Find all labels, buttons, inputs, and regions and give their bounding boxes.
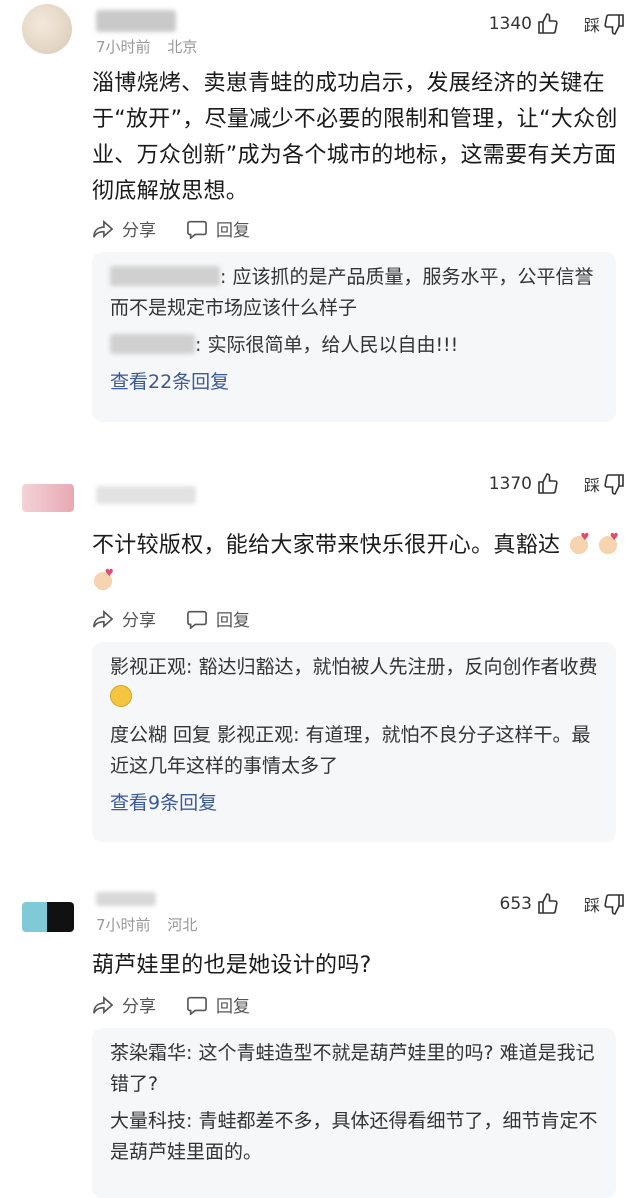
share-button[interactable]: 分享 xyxy=(92,216,156,241)
reply-button[interactable]: 回复 xyxy=(186,992,250,1017)
comment-bubble-icon xyxy=(187,996,207,1015)
reply-preview-box[interactable]: 影视正观: 豁达归豁达，就怕被人先注册，反向创作者收费 度公糊 回复 影视正观:… xyxy=(92,642,616,842)
comment-text: 葫芦娃里的也是她设计的吗? xyxy=(92,953,372,978)
reply-author[interactable]: 影视正观 xyxy=(110,656,186,678)
reply-button[interactable]: 回复 xyxy=(186,216,250,241)
thumbs-up-icon[interactable] xyxy=(536,472,560,496)
reply-label: 回复 xyxy=(216,611,250,631)
username-blurred[interactable] xyxy=(96,486,196,504)
avatar[interactable] xyxy=(22,484,74,512)
thumbs-up-icon[interactable] xyxy=(536,12,560,36)
share-label: 分享 xyxy=(122,221,156,241)
username-blurred[interactable] xyxy=(96,892,156,906)
reply-author[interactable]: 茶染霜华 xyxy=(110,1042,186,1064)
dislike-label: 踩 xyxy=(583,896,600,915)
reply-username-blurred xyxy=(110,334,195,354)
comment-1: 7小时前 北京 1340 踩 淄博烧烤、卖崽青蛙的成功启示，发展经济的关键在于“… xyxy=(0,0,640,440)
hand-heart-emoji: ♥ xyxy=(92,569,114,591)
reply-label: 回复 xyxy=(216,221,250,241)
view-more-replies-link[interactable]: 查看9条回复 xyxy=(110,786,598,820)
share-icon xyxy=(93,219,114,238)
comment-actions: 分享 回复 xyxy=(92,216,280,241)
reply-item[interactable]: 大量科技: 青蛙都差不多，具体还得看细节了，细节肯定不是葫芦娃里面的。 xyxy=(110,1106,598,1168)
vote-bar: 1370 踩 xyxy=(489,472,626,496)
thumbs-up-icon[interactable] xyxy=(536,892,560,916)
like-count: 1340 xyxy=(488,14,532,34)
reply-text: : 豁达归豁达，就怕被人先注册，反向创作者收费 xyxy=(186,656,598,678)
thumbs-down-icon[interactable] xyxy=(602,892,626,916)
share-button[interactable]: 分享 xyxy=(92,606,156,631)
vote-bar: 1340 踩 xyxy=(489,12,626,36)
reply-author[interactable]: 大量科技 xyxy=(110,1110,186,1132)
dislike-label: 踩 xyxy=(583,16,600,35)
avatar[interactable] xyxy=(22,4,72,54)
comment-text: 不计较版权，能给大家带来快乐很开心。真豁达 ♥ ♥ ♥ xyxy=(92,528,626,600)
share-label: 分享 xyxy=(122,997,156,1017)
comment-time: 7小时前 xyxy=(96,38,151,56)
comment-3: 7小时前 河北 653 踩 葫芦娃里的也是她设计的吗? 分享 回复 茶染霜华: … xyxy=(0,884,640,1198)
reply-item[interactable]: 度公糊 回复 影视正观: 有道理，就怕不良分子这样干。最近这几年这样的事情太多了 xyxy=(110,720,598,782)
reply-item[interactable]: 茶染霜华: 这个青蛙造型不就是葫芦娃里的吗? 难道是我记错了? xyxy=(110,1038,598,1100)
reply-label: 回复 xyxy=(216,997,250,1017)
reply-item[interactable]: 影视正观: 豁达归豁达，就怕被人先注册，反向创作者收费 xyxy=(110,652,598,714)
reply-text: : 实际很简单，给人民以自由!!! xyxy=(195,334,459,356)
reply-author[interactable]: 度公糊 回复 影视正观 xyxy=(110,724,293,746)
comment-time: 7小时前 xyxy=(96,916,151,934)
comment-meta: 7小时前 北京 xyxy=(96,36,209,57)
comment-bubble-icon xyxy=(187,220,207,239)
reply-preview-box[interactable]: 茶染霜华: 这个青蛙造型不就是葫芦娃里的吗? 难道是我记错了? 大量科技: 青蛙… xyxy=(92,1028,616,1198)
share-label: 分享 xyxy=(122,611,156,631)
like-count: 653 xyxy=(499,894,532,914)
view-more-replies-link[interactable]: 查看22条回复 xyxy=(110,365,598,399)
comment-2: 1370 踩 不计较版权，能给大家带来快乐很开心。真豁达 ♥ ♥ ♥ 分享 回复 xyxy=(0,470,640,870)
share-icon xyxy=(93,609,114,628)
comment-bubble-icon xyxy=(187,610,207,629)
share-icon xyxy=(93,995,114,1014)
like-count: 1370 xyxy=(488,474,532,494)
vote-bar: 653 踩 xyxy=(500,892,626,916)
comment-text: 淄博烧烤、卖崽青蛙的成功启示，发展经济的关键在于“放开”，尽量减少不必要的限制和… xyxy=(92,71,618,204)
dislike-label: 踩 xyxy=(583,476,600,495)
reply-button[interactable]: 回复 xyxy=(186,606,250,631)
username-blurred[interactable] xyxy=(96,10,176,32)
hand-heart-emoji: ♥ xyxy=(596,533,619,555)
comment-actions: 分享 回复 xyxy=(92,606,280,631)
thumbs-down-icon[interactable] xyxy=(602,12,626,36)
comment-meta: 7小时前 河北 xyxy=(96,914,209,935)
reply-item[interactable]: : 实际很简单，给人民以自由!!! xyxy=(110,330,598,361)
comment-actions: 分享 回复 xyxy=(92,992,280,1017)
reply-preview-box[interactable]: : 应该抓的是产品质量，服务水平，公平信誉而不是规定市场应该什么样子 : 实际很… xyxy=(92,252,616,422)
comment-text-content: 不计较版权，能给大家带来快乐很开心。真豁达 xyxy=(92,533,561,558)
comment-location: 北京 xyxy=(167,38,198,56)
reply-item[interactable]: : 应该抓的是产品质量，服务水平，公平信誉而不是规定市场应该什么样子 xyxy=(110,262,598,324)
hand-heart-emoji: ♥ xyxy=(567,533,590,555)
comment-location: 河北 xyxy=(167,916,198,934)
share-button[interactable]: 分享 xyxy=(92,992,156,1017)
smiley-emoji xyxy=(110,685,132,707)
thumbs-down-icon[interactable] xyxy=(602,472,626,496)
avatar[interactable] xyxy=(22,902,74,932)
reply-username-blurred xyxy=(110,266,220,286)
